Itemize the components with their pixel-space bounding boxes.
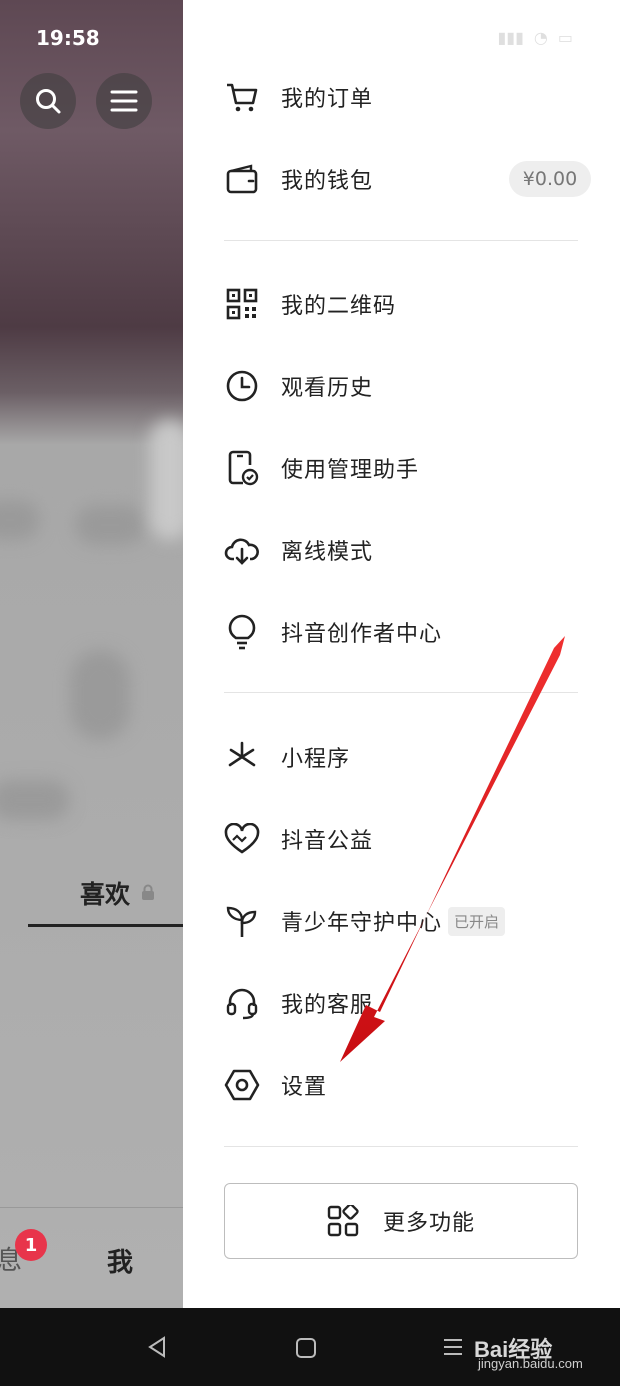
menu-item-creator-center[interactable]: 抖音创作者中心	[224, 602, 594, 662]
clock-icon	[226, 370, 258, 402]
menu-item-offline-mode[interactable]: 离线模式	[224, 520, 594, 580]
menu-item-qr-code[interactable]: 我的二维码	[224, 274, 594, 334]
nav-me-label[interactable]: 我	[107, 1242, 133, 1279]
status-tag: 已开启	[448, 906, 506, 936]
divider	[224, 1146, 578, 1147]
cart-icon	[227, 83, 258, 112]
active-tab-indicator	[28, 924, 183, 927]
menu-item-label: 离线模式	[281, 540, 374, 565]
signal-icon: ▮▮▮	[497, 27, 524, 47]
back-icon[interactable]	[146, 1336, 168, 1358]
apps-grid-icon	[327, 1205, 359, 1237]
cloud-download-icon	[224, 538, 259, 565]
menu-item-label: 我的客服	[281, 993, 374, 1018]
tab-likes[interactable]: 喜欢	[80, 875, 130, 911]
home-icon[interactable]	[295, 1337, 317, 1359]
menu-item-label: 抖音公益	[281, 829, 374, 854]
menu-item-settings[interactable]: 设置	[224, 1055, 594, 1115]
wallet-icon	[226, 164, 258, 194]
menu-item-label: 观看历史	[281, 376, 374, 401]
heart-icon	[224, 823, 260, 854]
menu-item-watch-history[interactable]: 观看历史	[224, 356, 594, 416]
menu-item-label: 青少年守护中心	[281, 911, 443, 936]
divider	[224, 692, 578, 693]
menu-item-label: 小程序	[281, 747, 351, 772]
menu-item-label: 抖音创作者中心	[281, 622, 443, 647]
hamburger-icon	[110, 90, 138, 112]
divider	[224, 240, 578, 241]
blurred-content	[0, 780, 70, 820]
menu-item-label: 我的订单	[281, 87, 374, 112]
search-icon	[36, 89, 61, 114]
menu-item-label: 我的二维码	[281, 294, 397, 319]
menu-item-label: 设置	[281, 1075, 328, 1100]
menu-item-customer-service[interactable]: 我的客服	[224, 973, 594, 1033]
menu-item-usage-manager[interactable]: 使用管理助手	[224, 438, 594, 498]
more-features-button[interactable]: 更多功能	[224, 1183, 578, 1259]
menu-item-teen-protection[interactable]: 青少年守护中心 已开启	[224, 891, 594, 951]
lock-icon	[142, 884, 154, 900]
blurred-content	[70, 650, 130, 740]
lightbulb-icon	[228, 614, 256, 650]
mini-program-icon	[228, 741, 256, 767]
screen: 19:58 喜欢 息 1 我 ▮▮▮ ◔ ▭ 我的订单 我的钱包 ¥0.00 我…	[0, 0, 620, 1308]
menu-item-label: 我的钱包	[281, 169, 374, 194]
menu-item-orders[interactable]: 我的订单	[224, 67, 594, 127]
headset-icon	[226, 988, 258, 1020]
message-count-badge: 1	[15, 1229, 47, 1261]
blurred-content	[75, 505, 145, 545]
status-icons: ▮▮▮ ◔ ▭	[183, 22, 573, 52]
menu-button[interactable]	[96, 73, 152, 129]
battery-icon: ▭	[557, 27, 573, 47]
search-button[interactable]	[20, 73, 76, 129]
settings-hex-icon	[224, 1069, 260, 1101]
recents-icon[interactable]	[442, 1336, 464, 1358]
wifi-icon: ◔	[533, 27, 548, 47]
watermark-url: jingyan.baidu.com	[478, 1356, 583, 1371]
status-time: 19:58	[36, 26, 100, 50]
menu-item-mini-programs[interactable]: 小程序	[224, 727, 594, 787]
blurred-content	[0, 500, 40, 540]
menu-item-charity[interactable]: 抖音公益	[224, 809, 594, 869]
divider	[0, 1207, 183, 1208]
qr-code-icon	[226, 288, 258, 320]
profile-background-pane[interactable]	[0, 0, 190, 1308]
wallet-balance: ¥0.00	[509, 161, 591, 197]
menu-item-label: 使用管理助手	[281, 458, 420, 483]
more-features-label: 更多功能	[382, 1211, 475, 1236]
phone-check-icon	[228, 450, 259, 486]
sprout-icon	[226, 906, 257, 937]
